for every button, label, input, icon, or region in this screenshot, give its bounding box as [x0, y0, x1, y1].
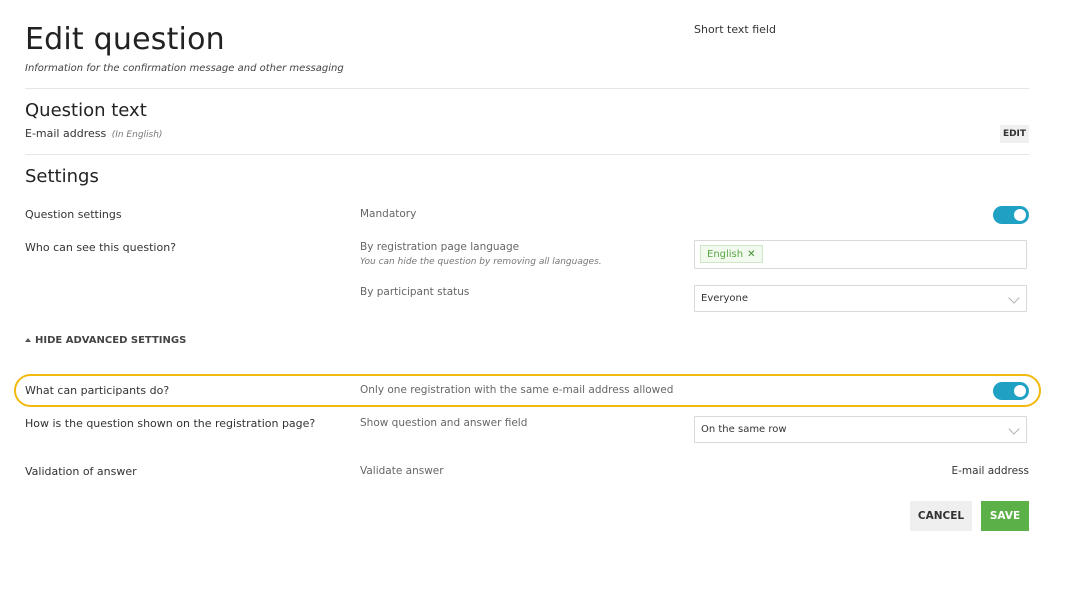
- toggle-knob: [1014, 209, 1026, 221]
- divider: [25, 154, 1029, 155]
- hide-advanced-settings-link[interactable]: HIDE ADVANCED SETTINGS: [25, 335, 186, 346]
- by-language-label: By registration page language: [360, 241, 520, 253]
- settings-heading: Settings: [25, 166, 99, 187]
- close-icon[interactable]: ✕: [747, 249, 755, 260]
- one-registration-label: Only one registration with the same e-ma…: [360, 384, 674, 396]
- mandatory-label: Mandatory: [360, 208, 417, 220]
- display-mode-value: On the same row: [701, 424, 787, 435]
- display-mode-select[interactable]: On the same row: [694, 416, 1027, 443]
- cancel-button[interactable]: CANCEL: [910, 501, 972, 531]
- validation-value: E-mail address: [951, 465, 1029, 477]
- show-question-label: Show question and answer field: [360, 417, 528, 429]
- question-settings-label: Question settings: [25, 208, 122, 221]
- mandatory-toggle[interactable]: [993, 206, 1029, 224]
- question-text-language: (In English): [111, 130, 163, 140]
- edit-button[interactable]: EDIT: [1000, 125, 1029, 143]
- language-tag-english: English ✕: [700, 245, 763, 263]
- participants-label: What can participants do?: [25, 384, 170, 397]
- participant-status-value: Everyone: [701, 293, 749, 304]
- triangle-up-icon: [25, 338, 31, 342]
- page-subtitle: Information for the confirmation message…: [25, 63, 344, 74]
- question-text-value: E-mail address (In English): [25, 127, 162, 140]
- chevron-down-icon: [1008, 423, 1020, 435]
- save-button[interactable]: SAVE: [981, 501, 1029, 531]
- one-registration-toggle[interactable]: [993, 382, 1029, 400]
- display-label: How is the question shown on the registr…: [25, 417, 316, 430]
- participant-status-select[interactable]: Everyone: [694, 285, 1027, 312]
- question-text-label: E-mail address: [25, 127, 107, 140]
- by-language-hint: You can hide the question by removing al…: [360, 257, 602, 267]
- chevron-down-icon: [1008, 292, 1020, 304]
- question-type: Short text field: [694, 23, 776, 36]
- page-title: Edit question: [25, 22, 225, 57]
- by-status-label: By participant status: [360, 286, 470, 298]
- language-tag-input[interactable]: English ✕: [694, 240, 1027, 269]
- hide-advanced-settings-label: HIDE ADVANCED SETTINGS: [35, 335, 187, 346]
- divider: [25, 88, 1029, 89]
- language-tag-label: English: [707, 249, 744, 260]
- toggle-knob: [1014, 385, 1026, 397]
- validate-answer-label: Validate answer: [360, 465, 444, 477]
- visibility-label: Who can see this question?: [25, 241, 177, 254]
- validation-label: Validation of answer: [25, 465, 137, 478]
- question-text-heading: Question text: [25, 100, 147, 121]
